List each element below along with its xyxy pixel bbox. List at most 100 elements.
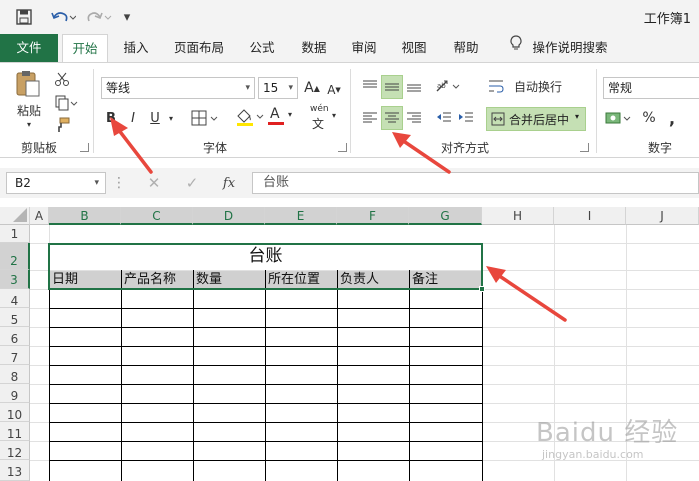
clipboard-launcher-icon[interactable] <box>80 143 89 152</box>
name-box-value: B2 <box>15 176 31 190</box>
row-header-7[interactable]: 7 <box>0 346 30 365</box>
customize-quick-access-icon[interactable]: ▾ <box>120 8 134 26</box>
column-header-f[interactable]: F <box>337 207 409 225</box>
underline-dropdown-icon[interactable]: ▾ <box>166 107 176 129</box>
font-color-button[interactable]: A ▾ <box>266 105 298 129</box>
paste-dropdown-icon[interactable]: ▾ <box>22 119 36 129</box>
chevron-down-icon[interactable]: ▾ <box>94 173 99 193</box>
align-middle-icon[interactable] <box>381 75 403 99</box>
table-border <box>49 346 483 347</box>
merge-center-label: 合并后居中 <box>509 112 570 127</box>
paste-button[interactable]: 粘贴 <box>12 101 46 119</box>
select-all-corner[interactable] <box>0 207 30 225</box>
table-border <box>49 308 483 309</box>
column-header-e[interactable]: E <box>265 207 337 225</box>
cancel-icon[interactable]: ✕ <box>144 174 164 192</box>
chevron-down-icon[interactable]: ▾ <box>245 78 250 98</box>
table-border <box>49 422 483 423</box>
row-header-12[interactable]: 12 <box>0 441 30 460</box>
align-top-icon[interactable] <box>360 75 380 97</box>
orientation-icon[interactable]: ab <box>432 75 464 97</box>
row-header-8[interactable]: 8 <box>0 365 30 384</box>
underline-button[interactable]: U <box>146 107 164 129</box>
tab-insert[interactable]: 插入 <box>116 34 156 62</box>
chevron-down-icon[interactable]: ▾ <box>575 112 579 121</box>
alignment-launcher-icon[interactable] <box>580 143 589 152</box>
row-header-9[interactable]: 9 <box>0 384 30 403</box>
column-header-b[interactable]: B <box>49 207 121 225</box>
row-header-6[interactable]: 6 <box>0 327 30 346</box>
ribbon-home: 粘贴 ▾ 剪贴板 等线 ▾ 15 ▾ A ▲ A ▼ B I U ▾ A ▾ w… <box>0 62 699 158</box>
font-name-box[interactable]: 等线 ▾ <box>101 77 255 99</box>
tab-data[interactable]: 数据 <box>294 34 334 62</box>
wrap-text-button[interactable]: 自动换行 <box>508 75 568 97</box>
row-header-4[interactable]: 4 <box>0 289 30 308</box>
fill-handle[interactable] <box>479 286 485 292</box>
wrap-text-icon[interactable] <box>486 75 506 97</box>
undo-icon[interactable] <box>48 8 78 26</box>
column-header-g[interactable]: G <box>409 207 482 225</box>
column-header-c[interactable]: C <box>121 207 193 225</box>
font-size-box[interactable]: 15 ▾ <box>258 77 298 99</box>
column-header-a[interactable]: A <box>30 207 49 225</box>
table-border <box>265 270 266 481</box>
tab-help[interactable]: 帮助 <box>446 34 486 62</box>
italic-button[interactable]: I <box>124 107 142 129</box>
comma-button[interactable]: , <box>664 107 680 129</box>
column-header-h[interactable]: H <box>482 207 554 225</box>
table-border <box>121 270 122 481</box>
column-header-d[interactable]: D <box>193 207 265 225</box>
format-painter-icon[interactable] <box>52 115 72 135</box>
decrease-indent-icon[interactable] <box>434 107 454 129</box>
table-border <box>409 270 410 481</box>
tab-view[interactable]: 视图 <box>394 34 434 62</box>
font-size-value: 15 <box>263 81 279 95</box>
redo-icon[interactable] <box>84 8 114 26</box>
enter-icon[interactable]: ✓ <box>182 174 202 192</box>
group-label-alignment: 对齐方式 <box>440 141 489 155</box>
table-border <box>49 441 483 442</box>
tab-file[interactable]: 文件 <box>0 34 58 62</box>
percent-button[interactable]: % <box>640 107 658 129</box>
paste-icon[interactable] <box>12 69 44 99</box>
column-header-j[interactable]: J <box>626 207 699 225</box>
align-bottom-icon[interactable] <box>404 75 424 97</box>
align-left-icon[interactable] <box>360 107 380 129</box>
increase-indent-icon[interactable] <box>456 107 476 129</box>
row-header-1[interactable]: 1 <box>0 225 30 243</box>
copy-icon[interactable] <box>52 93 80 113</box>
row-header-5[interactable]: 5 <box>0 308 30 327</box>
column-header-i[interactable]: I <box>554 207 626 225</box>
grow-font-button[interactable]: A ▲ <box>302 77 322 99</box>
row-header-10[interactable]: 10 <box>0 403 30 422</box>
row-header-13[interactable]: 13 <box>0 460 30 481</box>
chevron-down-icon[interactable]: ▾ <box>288 78 293 98</box>
currency-icon[interactable] <box>604 107 634 129</box>
row-header-2[interactable]: 2 <box>0 243 30 270</box>
resize-handle-icon[interactable]: ⋮ <box>112 174 126 192</box>
merge-center-button[interactable]: 合并后居中 ▾ <box>486 107 586 131</box>
align-right-icon[interactable] <box>404 107 424 129</box>
name-box[interactable]: B2 ▾ <box>6 172 106 194</box>
shrink-font-button[interactable]: A ▼ <box>324 79 344 101</box>
font-launcher-icon[interactable] <box>338 143 347 152</box>
tell-me-search[interactable]: 操作说明搜索 <box>530 34 610 62</box>
save-icon[interactable] <box>14 8 34 26</box>
row-header-3[interactable]: 3 <box>0 270 30 289</box>
align-center-icon[interactable] <box>381 106 403 130</box>
tab-home[interactable]: 开始 <box>62 34 108 63</box>
bold-button[interactable]: B <box>102 107 120 129</box>
workbook-title: 工作簿1 <box>643 12 691 27</box>
cut-icon[interactable] <box>52 69 72 89</box>
tab-formulas[interactable]: 公式 <box>242 34 282 62</box>
tab-page-layout[interactable]: 页面布局 <box>168 34 230 62</box>
tab-review[interactable]: 审阅 <box>344 34 384 62</box>
number-format-box[interactable]: 常规 <box>603 77 699 99</box>
fill-color-icon[interactable] <box>232 105 268 129</box>
group-separator <box>350 69 351 153</box>
borders-icon[interactable] <box>188 107 222 129</box>
insert-function-button[interactable]: fx <box>218 174 240 192</box>
formula-input[interactable]: 台账 <box>252 172 699 194</box>
phonetic-guide-button[interactable]: wén 文 ▾ <box>306 103 342 131</box>
row-header-11[interactable]: 11 <box>0 422 30 441</box>
